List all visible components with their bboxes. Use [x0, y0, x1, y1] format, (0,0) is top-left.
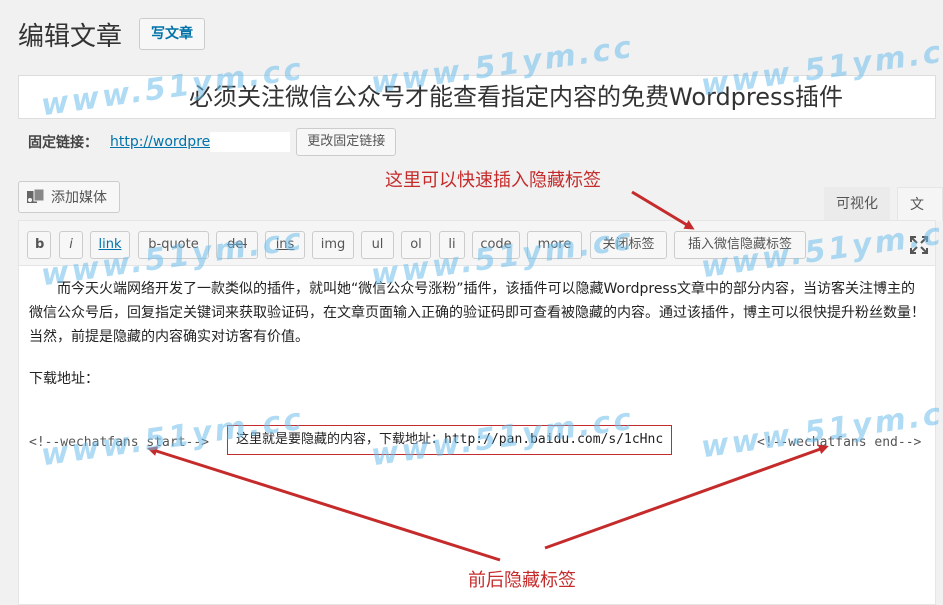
add-media-label: 添加媒体 — [51, 190, 107, 206]
tab-text[interactable]: 文本 — [897, 187, 943, 247]
qt-del-button[interactable]: del — [216, 231, 258, 259]
tab-visual[interactable]: 可视化 — [824, 187, 890, 221]
wechatfans-start-tag: <!--wechatfans start--> — [29, 435, 210, 450]
post-title-input[interactable]: 必须关注微信公众号才能查看指定内容的免费Wordpress插件 — [18, 75, 936, 119]
fullscreen-icon[interactable] — [909, 235, 929, 255]
permalink-redaction — [210, 132, 291, 152]
qt-close-tags-button[interactable]: 关闭标签 — [590, 231, 667, 259]
editor-content[interactable]: 而今天火端网络开发了一款类似的插件，就叫她“微信公众号涨粉”插件，该插件可以隐藏… — [29, 277, 929, 455]
permalink-row: 固定链接： http://wordpre 更改固定链接 — [28, 128, 397, 156]
permalink-label: 固定链接： — [28, 135, 98, 151]
qt-ins-button[interactable]: ins — [265, 231, 305, 259]
wechatfans-end-tag: <!--wechatfans end--> — [757, 435, 922, 450]
media-icon — [27, 188, 45, 205]
annotation-bottom: 前后隐藏标签 — [468, 570, 576, 591]
download-label: 下载地址： — [29, 371, 99, 387]
content-paragraph: 而今天火端网络开发了一款类似的插件，就叫她“微信公众号涨粉”插件，该插件可以隐藏… — [29, 281, 925, 345]
annotation-top: 这里可以快速插入隐藏标签 — [385, 170, 601, 191]
qt-img-button[interactable]: img — [312, 231, 354, 259]
hidden-code-line: <!--wechatfans start--> 这里就是要隐藏的内容，下载地址：… — [29, 425, 939, 455]
qt-bold-button[interactable]: b — [27, 231, 51, 259]
permalink-url-link[interactable]: http://wordpre — [110, 134, 210, 150]
qt-code-button[interactable]: code — [472, 231, 520, 259]
editor-area: b i link b-quote del ins img ul ol li co… — [18, 220, 936, 605]
qt-italic-button[interactable]: i — [59, 231, 83, 259]
qt-more-button[interactable]: more — [527, 231, 582, 259]
qt-insert-wechat-hide-button[interactable]: 插入微信隐藏标签 — [674, 231, 806, 259]
change-permalink-button[interactable]: 更改固定链接 — [296, 128, 397, 156]
qt-ol-button[interactable]: ol — [401, 231, 431, 259]
hidden-content-box: 这里就是要隐藏的内容，下载地址：http://pan.baidu.com/s/1… — [227, 425, 673, 455]
add-media-button[interactable]: 添加媒体 — [18, 181, 120, 213]
qt-link-button[interactable]: link — [90, 231, 130, 259]
qt-ul-button[interactable]: ul — [361, 231, 394, 259]
qt-li-button[interactable]: li — [439, 231, 465, 259]
page-title: 编辑文章 — [18, 22, 123, 52]
quicktags-toolbar: b i link b-quote del ins img ul ol li co… — [19, 221, 935, 266]
add-new-post-button[interactable]: 写文章 — [139, 18, 205, 50]
qt-bquote-button[interactable]: b-quote — [138, 231, 209, 259]
